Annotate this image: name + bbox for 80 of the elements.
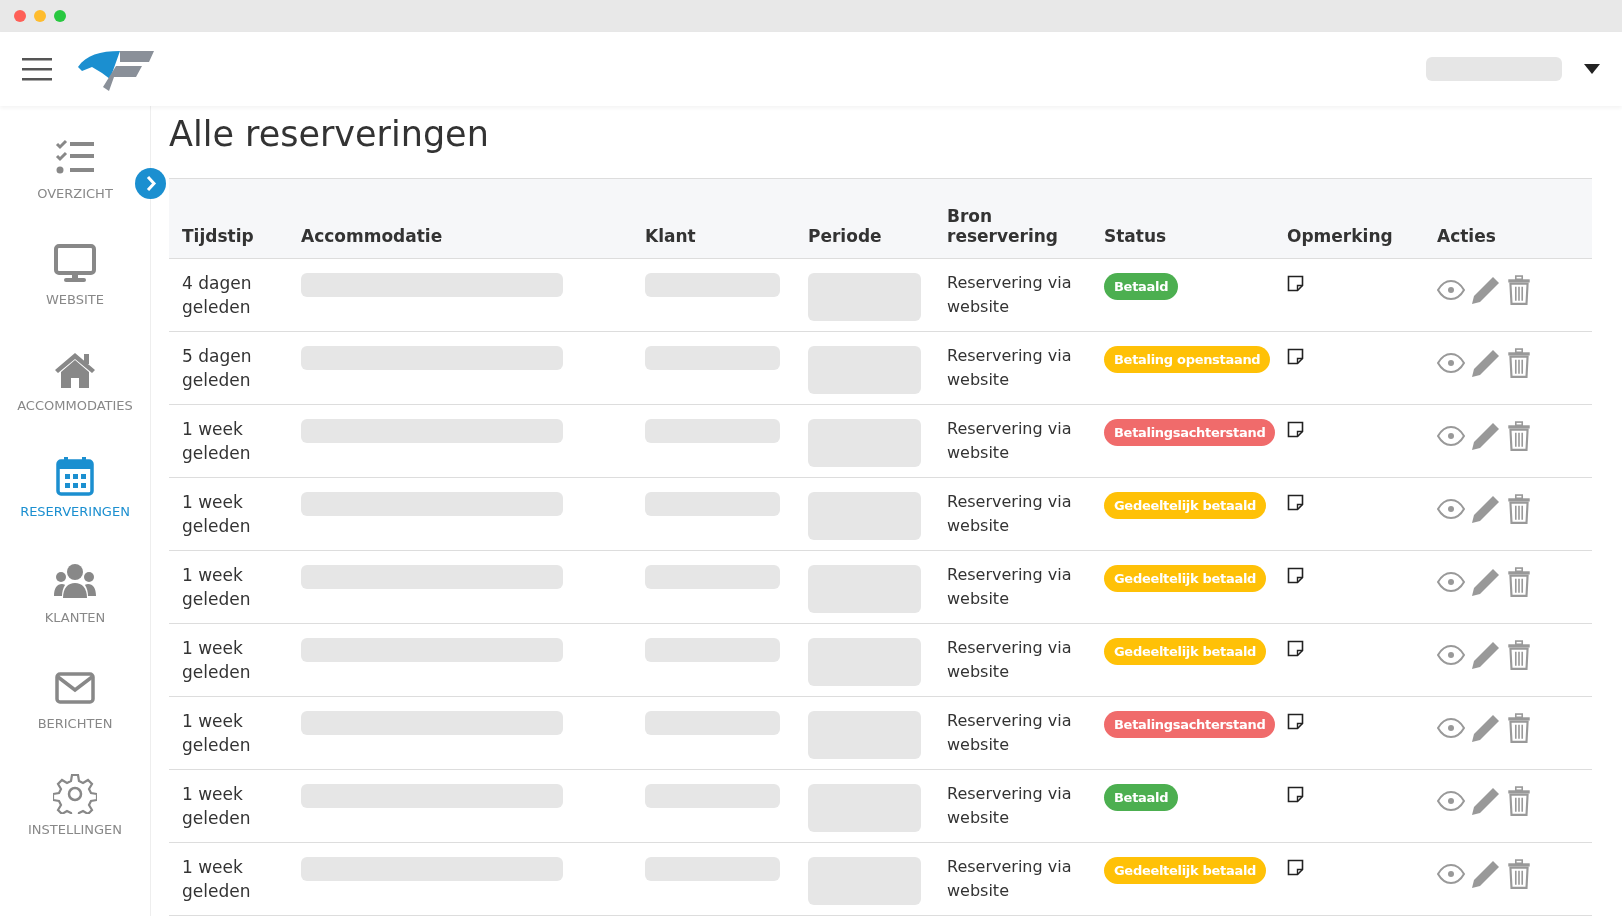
close-dot[interactable] [14,10,26,22]
pencil-icon[interactable] [1471,494,1501,524]
trash-icon[interactable] [1507,275,1531,305]
caret-icon[interactable] [1584,64,1600,74]
table-cell-text: 5 dagen geleden [181,345,253,392]
note-icon[interactable] [1287,786,1304,803]
table-cell-text: 4 dagen geleden [181,272,253,319]
pencil-icon[interactable] [1471,859,1501,889]
trash-icon[interactable] [1507,859,1531,889]
expand-button[interactable] [135,168,166,199]
note-icon[interactable] [1287,275,1304,292]
sidebar-item[interactable]: KLANTEN [44,610,106,625]
pencil-icon[interactable] [1471,640,1501,670]
note-icon[interactable] [1287,567,1304,584]
sidebar-item[interactable]: BERICHTEN [37,716,113,731]
table-cell-text: Reservering via website [947,637,1073,683]
minimize-dot[interactable] [34,10,46,22]
table-cell-text: Reservering via website [947,564,1073,610]
column-header: Opmerking [1287,226,1394,248]
table-cell-text: 1 week geleden [181,710,252,757]
monitor-icon [53,244,97,284]
table-cell-text: Reservering via website [947,345,1073,391]
column-header: Tijdstip [181,226,255,248]
status-badge: Gedeeltelijk betaald [1104,638,1267,665]
status-badge: Gedeeltelijk betaald [1104,857,1267,884]
trash-icon[interactable] [1507,567,1531,597]
column-header: Status [1104,226,1168,248]
sidebar-item[interactable]: OVERZICHT [37,186,113,201]
column-header: Accommodatie [301,226,444,248]
column-header: Klant [645,226,697,248]
status-badge: Betalingsachterstand [1104,419,1276,446]
status-badge: Betaald [1104,784,1179,811]
table-cell-text: Reservering via website [947,783,1073,829]
trash-icon[interactable] [1507,494,1531,524]
pencil-icon[interactable] [1471,786,1501,816]
note-icon[interactable] [1287,640,1304,657]
trash-icon[interactable] [1507,786,1531,816]
status-badge: Betalingsachterstand [1104,711,1276,738]
table-cell-text: 1 week geleden [181,418,252,465]
table-cell-text: Reservering via website [947,272,1073,318]
pencil-icon[interactable] [1471,567,1501,597]
table-cell-text: 1 week geleden [181,564,252,611]
column-header: Periode [808,226,883,248]
column-header: Bron reservering [947,206,1060,248]
note-icon[interactable] [1287,348,1304,365]
table-cell-text: Reservering via website [947,418,1073,464]
status-badge: Gedeeltelijk betaald [1104,492,1267,519]
gear-icon [53,774,97,814]
calendar-icon [53,456,97,496]
trash-icon[interactable] [1507,713,1531,743]
zoom-dot[interactable] [54,10,66,22]
menu-icon[interactable] [22,56,54,82]
note-icon[interactable] [1287,713,1304,730]
note-icon[interactable] [1287,494,1304,511]
note-icon[interactable] [1287,421,1304,438]
page-title: Alle reserveringen [169,114,490,154]
table-cell-text: Reservering via website [947,491,1073,537]
pencil-icon[interactable] [1471,275,1501,305]
house-icon [53,350,97,390]
table-cell-text: 1 week geleden [181,783,252,830]
status-badge: Gedeeltelijk betaald [1104,565,1267,592]
table-cell-text: 1 week geleden [181,637,252,684]
status-badge: Betaald [1104,273,1179,300]
note-icon[interactable] [1287,859,1304,876]
column-header: Acties [1437,226,1497,248]
sidebar-item[interactable]: ACCOMMODATIES [17,398,133,413]
trash-icon[interactable] [1507,421,1531,451]
sidebar-item[interactable]: RESERVERINGEN [20,504,130,519]
trash-icon[interactable] [1507,348,1531,378]
trash-icon[interactable] [1507,640,1531,670]
pencil-icon[interactable] [1471,713,1501,743]
table-cell-text: 1 week geleden [181,491,252,538]
table-cell-text: 1 week geleden [181,856,252,903]
sidebar-item[interactable]: INSTELLINGEN [28,822,122,837]
pencil-icon[interactable] [1471,421,1501,451]
sidebar-item[interactable]: WEBSITE [46,292,104,307]
table-cell-text: Reservering via website [947,710,1073,756]
pencil-icon[interactable] [1471,348,1501,378]
status-badge: Betaling openstaand [1104,346,1271,373]
table-cell-text: Reservering via website [947,856,1073,902]
